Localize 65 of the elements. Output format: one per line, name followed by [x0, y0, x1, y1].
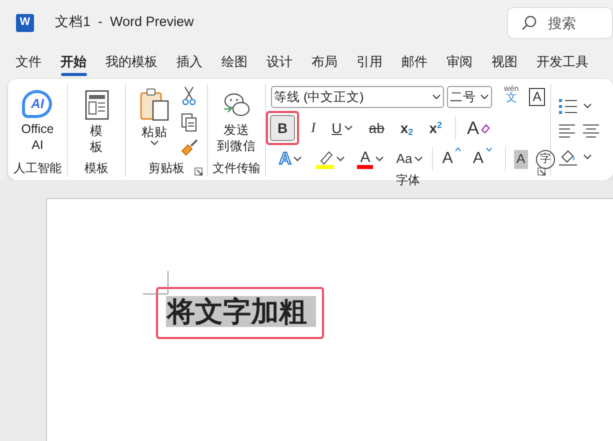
group-label: 剪贴板	[148, 160, 184, 176]
group-label: 模板	[84, 160, 108, 176]
template-button[interactable]: 模 板	[80, 86, 112, 155]
caret-icon	[583, 154, 592, 160]
send-to-wechat-button[interactable]: 发送 到微信	[213, 86, 260, 154]
bullet-list-icon[interactable]	[559, 98, 577, 114]
ribbon-tab[interactable]: 文件	[6, 47, 51, 77]
ribbon-tab[interactable]: 开始	[51, 47, 96, 77]
ribbon-tab[interactable]: 布局	[302, 47, 347, 77]
grow-font-button[interactable]: A	[439, 147, 464, 171]
margin-corner-mark	[143, 271, 169, 295]
scissors-icon[interactable]	[182, 86, 196, 106]
ribbon-tab[interactable]: 视图	[482, 47, 527, 77]
caret-icon	[583, 102, 592, 108]
ribbon-tab[interactable]: 设计	[257, 47, 302, 77]
text-effects-button[interactable]: A	[276, 147, 306, 171]
ribbon-tab[interactable]: 引用	[347, 47, 392, 77]
enclose-characters-button[interactable]: 字	[536, 150, 556, 168]
document-text: 将文字加粗	[166, 296, 316, 327]
window-title: 文档1 - Word Preview	[55, 13, 194, 32]
up-chevron-icon	[454, 147, 461, 152]
group-label: 人工智能	[14, 160, 62, 176]
search-field[interactable]: 搜索	[507, 6, 613, 38]
ribbon-tab[interactable]: 插入	[167, 47, 212, 77]
phonetic-guide-button[interactable]: wén 文	[501, 85, 522, 109]
copy-icon[interactable]	[180, 113, 196, 132]
paste-button[interactable]: 粘贴	[136, 86, 174, 146]
character-border-button[interactable]: A	[528, 88, 546, 106]
italic-button[interactable]: I	[308, 116, 319, 140]
group-label: 文件传输	[212, 160, 260, 176]
eraser-icon	[481, 124, 490, 132]
ribbon-tab[interactable]: 绘图	[212, 47, 257, 77]
bold-button[interactable]: B	[270, 115, 295, 141]
caret-icon	[150, 140, 159, 146]
font-color-button[interactable]: A	[354, 147, 388, 171]
ribbon-tab[interactable]: 我的模板	[96, 47, 167, 77]
caret-icon	[432, 94, 441, 100]
align-center-icon[interactable]	[583, 124, 599, 138]
underline-button[interactable]: U	[328, 116, 356, 140]
ai-logo-icon: AI	[22, 90, 52, 118]
down-chevron-icon	[486, 147, 492, 152]
superscript-button[interactable]: x$^{2}$	[426, 116, 445, 140]
paint-bucket-icon[interactable]	[559, 148, 577, 166]
ribbon-tab[interactable]: 审阅	[437, 47, 482, 77]
group-label: 字体	[396, 172, 420, 188]
caret-icon	[480, 94, 489, 100]
font-size-dropdown[interactable]: 二号	[447, 86, 492, 108]
dialog-launcher-icon[interactable]	[194, 167, 203, 176]
align-left-icon[interactable]	[559, 124, 575, 138]
character-shading-button[interactable]: A	[514, 150, 528, 168]
strikethrough-button[interactable]: ab	[366, 116, 388, 140]
clipboard-icon	[140, 88, 170, 122]
shrink-font-button[interactable]: A	[470, 147, 495, 171]
dialog-launcher-icon[interactable]	[537, 167, 546, 176]
word-logo-icon: W	[16, 14, 34, 32]
change-case-button[interactable]: Aa	[393, 147, 426, 171]
font-name-dropdown[interactable]: 等线 (中文正文)	[271, 86, 444, 108]
clear-formatting-button[interactable]: A	[464, 116, 494, 140]
chat-bubbles-icon	[222, 91, 250, 119]
ribbon-tab[interactable]: 开发工具	[527, 47, 598, 77]
template-icon	[84, 90, 108, 120]
subscript-button[interactable]: x$_{2}$	[397, 116, 416, 140]
paintbrush-icon[interactable]	[180, 139, 198, 157]
ribbon-tab[interactable]: 邮件	[392, 47, 437, 77]
office-ai-button[interactable]: AI Office AI	[17, 86, 58, 153]
